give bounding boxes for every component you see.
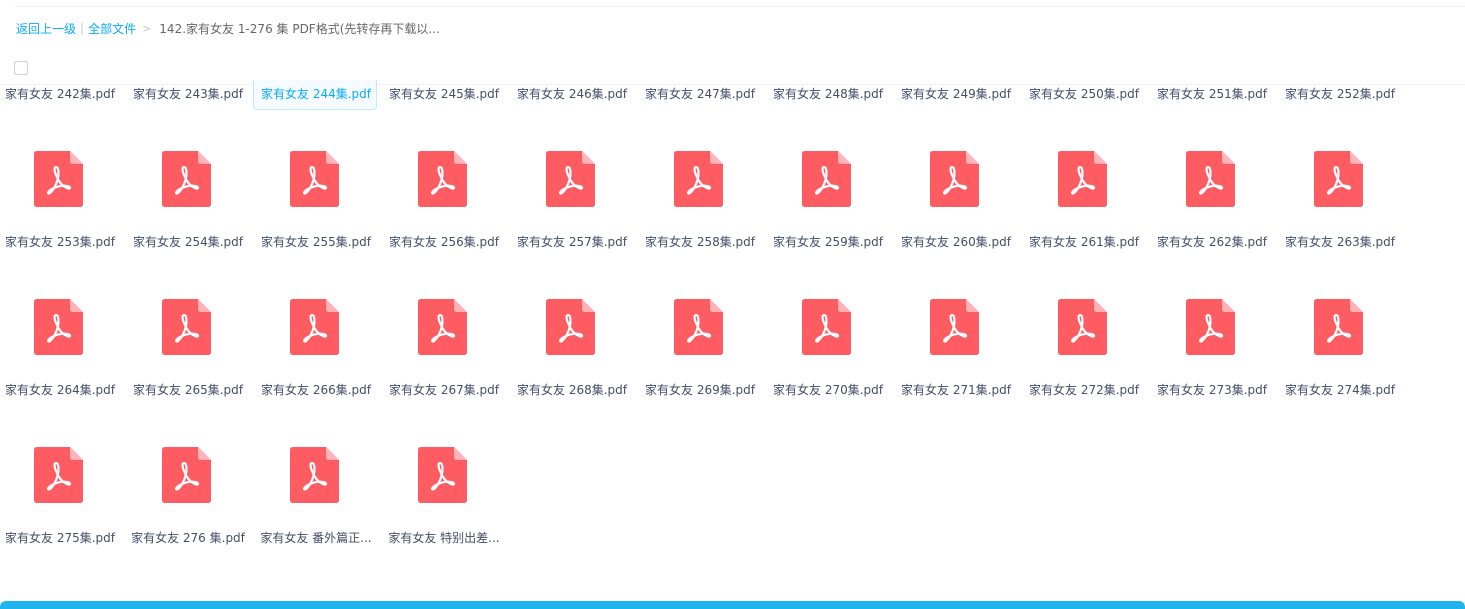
file-name: 家有女友 265集.pdf (133, 383, 243, 397)
pdf-file-icon (674, 299, 723, 355)
pdf-file-icon (290, 447, 339, 503)
file-name: 家有女友 257集.pdf (517, 235, 627, 249)
file-name: 家有女友 249集.pdf (901, 87, 1011, 101)
pdf-file-icon (1314, 151, 1363, 207)
pdf-file-icon (930, 299, 979, 355)
pdf-file-icon (546, 299, 595, 355)
file-browser: 返回上一级 | 全部文件 > 142.家有女友 1-276 集 PDF格式(先转… (0, 0, 1465, 609)
file-name: 家有女友 264集.pdf (5, 383, 115, 397)
file-name: 家有女友 258集.pdf (645, 235, 755, 249)
file-name: 家有女友 253集.pdf (5, 235, 115, 249)
pdf-file-icon (1314, 299, 1363, 355)
file-name: 家有女友 274集.pdf (1285, 383, 1395, 397)
pdf-file-icon (290, 151, 339, 207)
file-name: 家有女友 番外篇正... (260, 531, 372, 545)
pdf-file-icon (1186, 151, 1235, 207)
file-name: 家有女友 272集.pdf (1029, 383, 1139, 397)
pdf-file-icon (1186, 299, 1235, 355)
file-name: 家有女友 273集.pdf (1157, 383, 1267, 397)
file-name: 家有女友 244集.pdf (261, 87, 371, 101)
file-name: 家有女友 267集.pdf (389, 383, 499, 397)
file-name: 家有女友 276 集.pdf (131, 531, 245, 545)
pdf-file-icon (418, 299, 467, 355)
pdf-file-icon (34, 447, 83, 503)
file-name: 家有女友 262集.pdf (1157, 235, 1267, 249)
file-name: 家有女友 254集.pdf (133, 235, 243, 249)
file-name: 家有女友 252集.pdf (1285, 87, 1395, 101)
file-name: 家有女友 245集.pdf (389, 87, 499, 101)
file-name: 家有女友 271集.pdf (901, 383, 1011, 397)
file-name: 家有女友 259集.pdf (773, 235, 883, 249)
pdf-file-icon (930, 151, 979, 207)
pdf-file-icon (290, 299, 339, 355)
pdf-file-icon (1058, 151, 1107, 207)
file-name: 家有女友 269集.pdf (645, 383, 755, 397)
file-name: 家有女友 275集.pdf (5, 531, 115, 545)
pdf-file-icon (1058, 299, 1107, 355)
pdf-file-icon (418, 447, 467, 503)
file-name: 家有女友 250集.pdf (1029, 87, 1139, 101)
file-name: 家有女友 270集.pdf (773, 383, 883, 397)
file-name: 家有女友 263集.pdf (1285, 235, 1395, 249)
pdf-file-icon (162, 299, 211, 355)
file-name: 家有女友 242集.pdf (5, 87, 115, 101)
file-grid: 家有女友 242集.pdf 家有女友 243集.pdf 家有女友 244集.pdf 家… (0, 0, 1465, 600)
file-name: 家有女友 260集.pdf (901, 235, 1011, 249)
file-name: 家有女友 256集.pdf (389, 235, 499, 249)
file-name: 家有女友 243集.pdf (133, 87, 243, 101)
file-name: 家有女友 246集.pdf (517, 87, 627, 101)
file-name: 家有女友 251集.pdf (1157, 87, 1267, 101)
file-name: 家有女友 266集.pdf (261, 383, 371, 397)
bottom-bar (0, 601, 1465, 609)
pdf-file-icon (162, 151, 211, 207)
pdf-file-icon (418, 151, 467, 207)
file-name: 家有女友 268集.pdf (517, 383, 627, 397)
pdf-file-icon (162, 447, 211, 503)
file-name: 家有女友 255集.pdf (261, 235, 371, 249)
file-name: 家有女友 261集.pdf (1029, 235, 1139, 249)
pdf-file-icon (34, 299, 83, 355)
file-name: 家有女友 248集.pdf (773, 87, 883, 101)
file-name: 家有女友 247集.pdf (645, 87, 755, 101)
pdf-file-icon (674, 151, 723, 207)
pdf-file-icon (34, 151, 83, 207)
file-name: 家有女友 特别出差... (388, 531, 500, 545)
pdf-file-icon (802, 151, 851, 207)
pdf-file-icon (802, 299, 851, 355)
pdf-file-icon (546, 151, 595, 207)
